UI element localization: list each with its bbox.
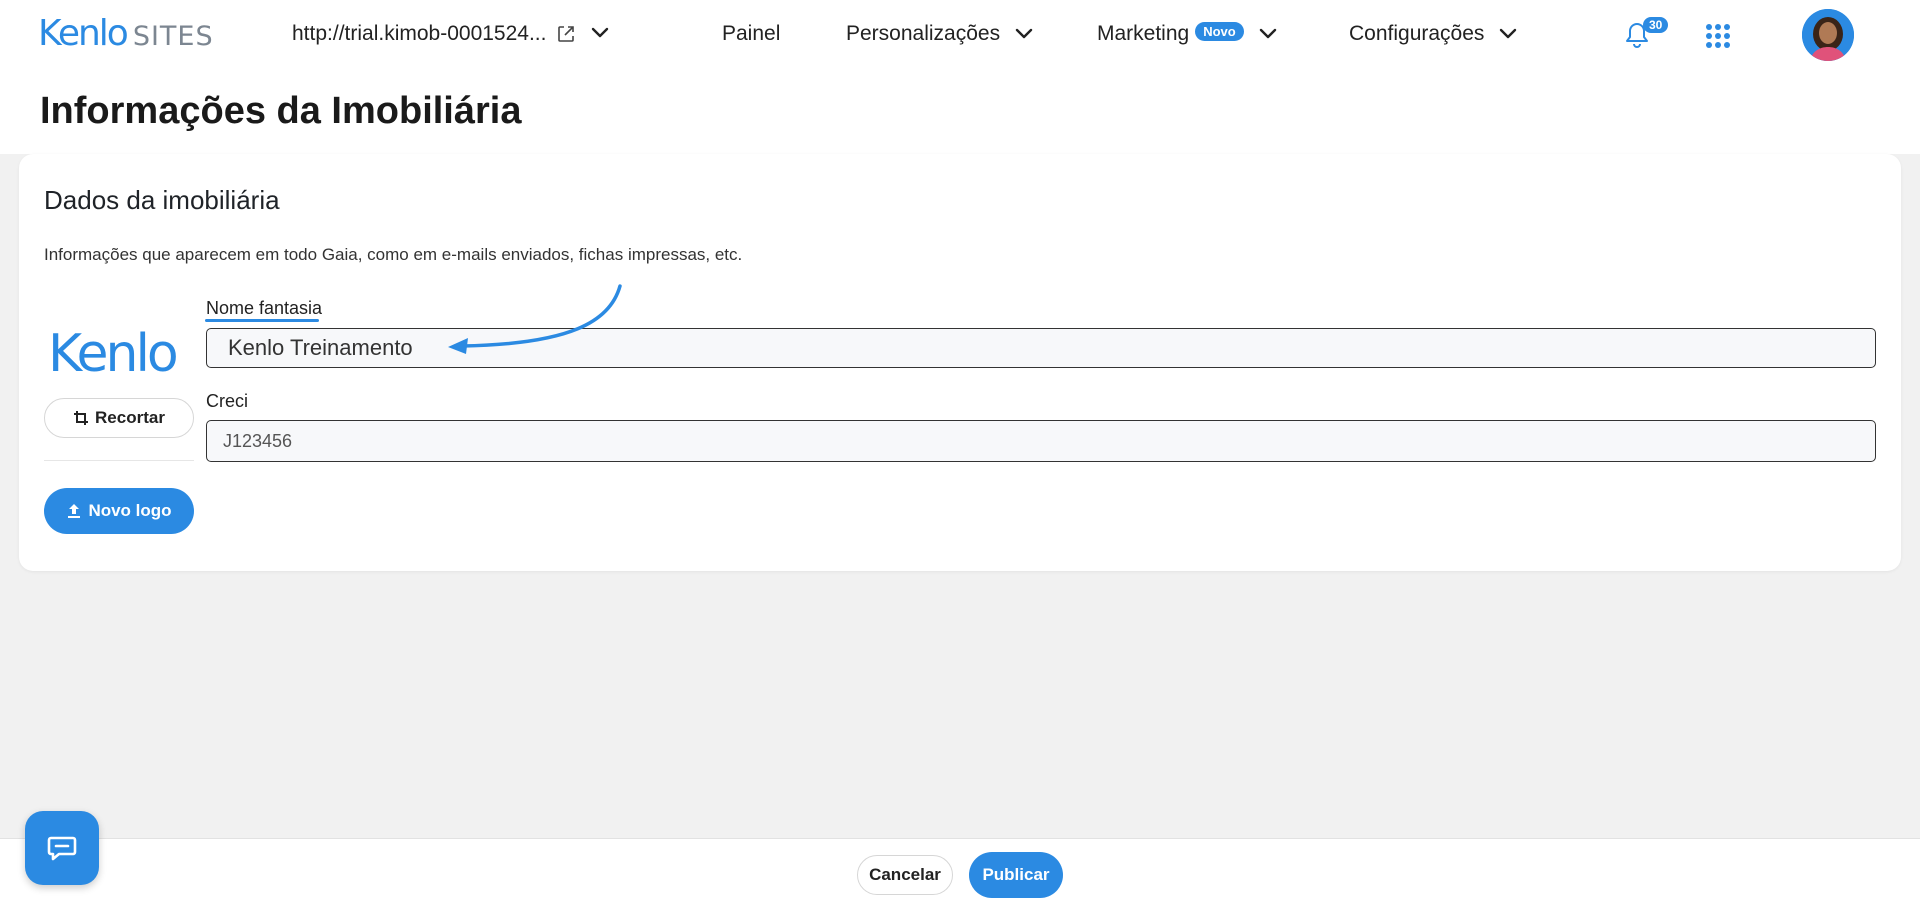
creci-field[interactable] [206, 420, 1876, 462]
new-logo-button[interactable]: Novo logo [44, 488, 194, 534]
nav-label: Painel [722, 22, 781, 45]
new-badge: Novo [1195, 21, 1244, 41]
nav-label: Personalizações [846, 22, 1001, 45]
external-link-icon[interactable] [556, 24, 576, 44]
nav-painel[interactable]: Painel [722, 22, 780, 46]
crop-button[interactable]: Recortar [44, 398, 194, 438]
crop-button-label: Recortar [95, 408, 165, 427]
chevron-down-icon[interactable] [590, 26, 610, 40]
publish-button[interactable]: Publicar [969, 852, 1063, 898]
nav-label: Configurações [1349, 22, 1485, 45]
crop-icon [74, 411, 89, 425]
nav-personalizacoes[interactable]: Personalizações [846, 22, 1034, 46]
kenlo-sites-logo[interactable]: Kenlo SITES [38, 16, 214, 52]
upload-icon [68, 504, 81, 518]
cancel-button[interactable]: Cancelar [857, 855, 953, 895]
chat-button[interactable] [25, 811, 99, 885]
new-logo-button-label: Novo logo [88, 501, 172, 520]
site-url-link[interactable]: http://trial.kimob-0001524... [292, 22, 546, 46]
nome-fantasia-label: Nome fantasia [206, 298, 323, 318]
apps-grid-icon[interactable] [1706, 24, 1730, 48]
chevron-down-icon [1015, 28, 1033, 39]
nav-marketing[interactable]: Marketing Novo [1097, 21, 1278, 46]
card-title: Dados da imobiliária [44, 185, 280, 215]
brand-suffix: SITES [132, 20, 214, 52]
card-description: Informações que aparecem em todo Gaia, c… [44, 245, 743, 264]
page-title: Informações da Imobiliária [40, 90, 522, 132]
creci-label: Creci [206, 391, 249, 411]
chevron-down-icon [1500, 28, 1517, 39]
label-underline-annotation [205, 319, 319, 322]
chat-icon [47, 836, 77, 861]
chevron-down-icon [1259, 28, 1276, 39]
nav-configuracoes[interactable]: Configurações [1349, 22, 1518, 46]
brand-name: Kenlo [38, 13, 129, 54]
notification-count-badge: 30 [1643, 17, 1669, 33]
nav-label: Marketing [1097, 22, 1190, 45]
avatar[interactable] [1802, 9, 1854, 61]
annotation-arrow [448, 284, 622, 354]
company-logo: Kenlo [48, 324, 179, 384]
action-footer [0, 838, 1920, 911]
